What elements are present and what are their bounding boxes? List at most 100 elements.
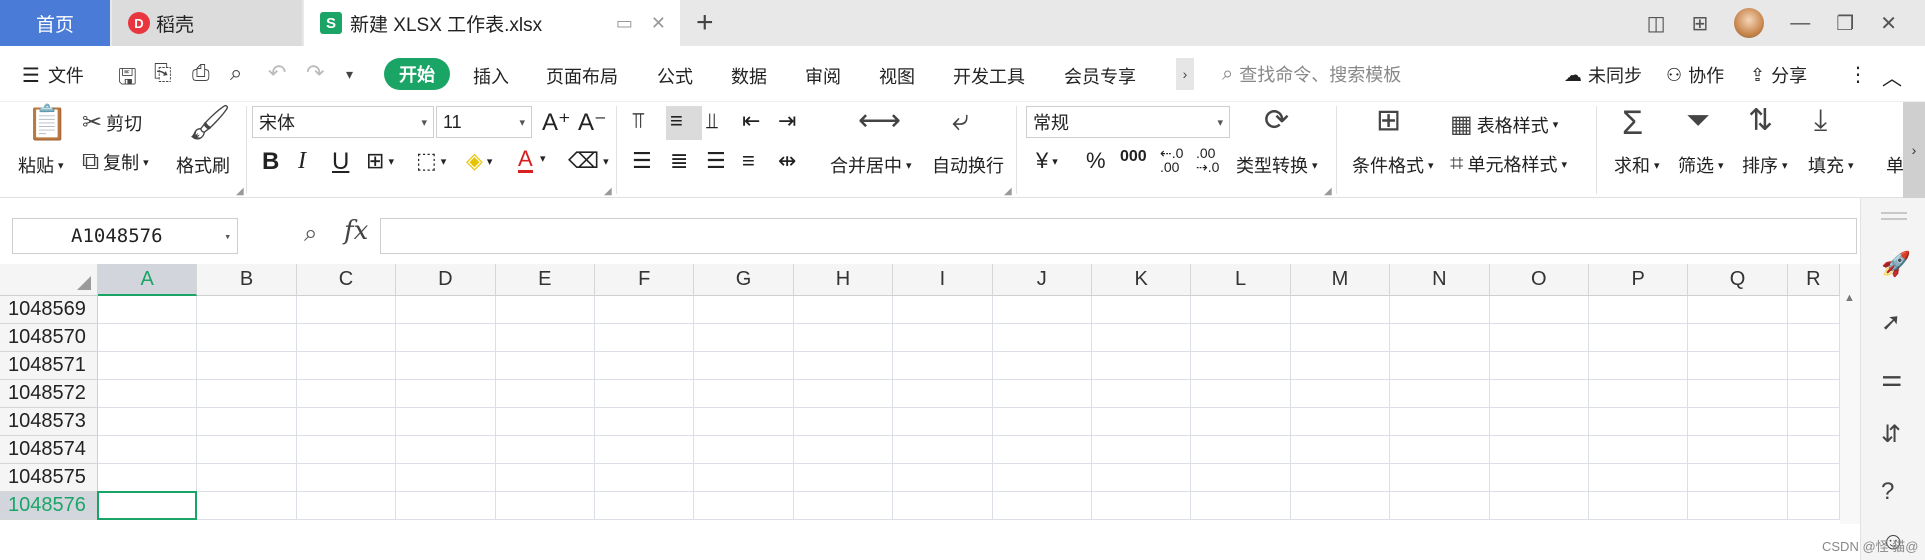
- merge-center-button[interactable]: ⟷: [858, 106, 901, 136]
- cell[interactable]: [1290, 296, 1391, 324]
- cell[interactable]: [1390, 352, 1490, 380]
- scroll-up-icon[interactable]: ▲: [1844, 292, 1855, 304]
- type-convert-button[interactable]: ⟳: [1264, 106, 1289, 136]
- cell[interactable]: [595, 408, 695, 436]
- row-header[interactable]: 1048574: [0, 436, 98, 464]
- cell[interactable]: [893, 324, 993, 352]
- cell[interactable]: [893, 408, 993, 436]
- cell[interactable]: [1489, 464, 1589, 492]
- number-format-select[interactable]: 常规 ▾: [1026, 106, 1230, 138]
- tab-view[interactable]: 视图: [879, 63, 915, 89]
- layout-switch-icon[interactable]: ◫: [1647, 11, 1666, 36]
- row-header[interactable]: 1048571: [0, 352, 98, 380]
- cell[interactable]: [495, 464, 595, 492]
- cell[interactable]: [1489, 436, 1589, 464]
- cell[interactable]: [1092, 408, 1192, 436]
- cell[interactable]: [1191, 408, 1291, 436]
- cell[interactable]: [694, 492, 794, 520]
- cell[interactable]: [595, 492, 695, 520]
- cell[interactable]: [1290, 436, 1391, 464]
- justify-icon[interactable]: ≡: [742, 148, 755, 174]
- cell[interactable]: [1092, 492, 1192, 520]
- cell[interactable]: [1787, 436, 1840, 464]
- cell[interactable]: [1191, 380, 1291, 408]
- name-box[interactable]: A1048576 ▾: [12, 218, 238, 254]
- type-convert-dropdown[interactable]: 类型转换 ▾: [1236, 152, 1318, 178]
- increase-font-icon[interactable]: A⁺: [542, 108, 571, 137]
- column-header-g[interactable]: G: [694, 264, 794, 296]
- column-header-r[interactable]: R: [1787, 264, 1840, 296]
- tab-member[interactable]: 会员专享: [1064, 63, 1136, 89]
- merge-center-dropdown[interactable]: 合并居中 ▾: [830, 152, 912, 178]
- print-icon[interactable]: ⎙: [192, 60, 210, 86]
- cursor-icon[interactable]: ➚: [1881, 308, 1901, 337]
- avatar[interactable]: [1734, 8, 1765, 38]
- select-all-corner[interactable]: [0, 264, 98, 296]
- layout-panel-icon[interactable]: ⇵: [1881, 420, 1901, 449]
- cell[interactable]: [396, 352, 496, 380]
- cell[interactable]: [1390, 408, 1490, 436]
- filter-button[interactable]: ⏷: [1686, 106, 1710, 136]
- cell[interactable]: [893, 380, 993, 408]
- row-header[interactable]: 1048573: [0, 408, 98, 436]
- column-header-n[interactable]: N: [1390, 264, 1490, 296]
- cell[interactable]: [595, 464, 695, 492]
- align-top-icon[interactable]: ⫪: [632, 108, 644, 134]
- cell[interactable]: [98, 352, 198, 380]
- cell[interactable]: [1589, 492, 1689, 520]
- cell[interactable]: [1787, 464, 1840, 492]
- decrease-decimal-icon[interactable]: .00 ⇢.0: [1196, 146, 1219, 174]
- cell[interactable]: [1787, 408, 1840, 436]
- cell[interactable]: [595, 324, 695, 352]
- cell[interactable]: [1390, 380, 1490, 408]
- cell[interactable]: [197, 464, 297, 492]
- cell[interactable]: [1290, 380, 1391, 408]
- cell[interactable]: [793, 436, 894, 464]
- cell[interactable]: [98, 380, 198, 408]
- cell[interactable]: [1589, 380, 1689, 408]
- cell[interactable]: [893, 352, 993, 380]
- cell[interactable]: [495, 380, 595, 408]
- cell[interactable]: [1191, 352, 1291, 380]
- conditional-format-dropdown[interactable]: 条件格式 ▾: [1352, 152, 1434, 178]
- cell[interactable]: [495, 408, 595, 436]
- cell[interactable]: [1589, 464, 1689, 492]
- cell[interactable]: [396, 324, 496, 352]
- share-button[interactable]: ⇪ 分享: [1750, 62, 1807, 88]
- font-size-select[interactable]: 11 ▾: [436, 106, 532, 138]
- cell[interactable]: [1688, 464, 1788, 492]
- cell[interactable]: [197, 352, 297, 380]
- align-middle-icon[interactable]: ≡: [670, 108, 683, 134]
- cell[interactable]: [1589, 408, 1689, 436]
- cell[interactable]: [1489, 296, 1589, 324]
- align-right-icon[interactable]: ☰: [706, 148, 726, 174]
- tab-start[interactable]: 开始: [384, 58, 450, 90]
- cell[interactable]: [197, 380, 297, 408]
- cell-menu-partial[interactable]: 单: [1886, 152, 1904, 178]
- cell[interactable]: [992, 492, 1092, 520]
- font-color-icon[interactable]: A: [518, 148, 533, 173]
- cell[interactable]: [296, 464, 397, 492]
- name-box-dropdown-icon[interactable]: ▾: [224, 230, 231, 243]
- tab-formula[interactable]: 公式: [657, 63, 693, 89]
- cell[interactable]: [694, 436, 794, 464]
- cell[interactable]: [793, 492, 894, 520]
- formula-input[interactable]: [380, 218, 1857, 254]
- row-header[interactable]: 1048570: [0, 324, 98, 352]
- cell[interactable]: [1489, 324, 1589, 352]
- cell[interactable]: [1688, 408, 1788, 436]
- float-window-icon[interactable]: ▭: [616, 13, 633, 34]
- more-options-icon[interactable]: ⋮: [1848, 62, 1868, 87]
- apps-grid-icon[interactable]: ⊞: [1692, 11, 1709, 36]
- cell[interactable]: [992, 436, 1092, 464]
- close-tab-icon[interactable]: ✕: [651, 13, 666, 34]
- cell[interactable]: [98, 296, 198, 324]
- cell[interactable]: [595, 296, 695, 324]
- column-header-a[interactable]: A: [98, 264, 198, 296]
- bold-icon[interactable]: B: [262, 148, 279, 176]
- cell[interactable]: [296, 492, 397, 520]
- font-name-select[interactable]: 宋体 ▾: [252, 106, 434, 138]
- new-tab-button[interactable]: +: [696, 6, 714, 40]
- cell[interactable]: [1092, 296, 1192, 324]
- customize-dropdown-icon[interactable]: ▾: [346, 66, 353, 83]
